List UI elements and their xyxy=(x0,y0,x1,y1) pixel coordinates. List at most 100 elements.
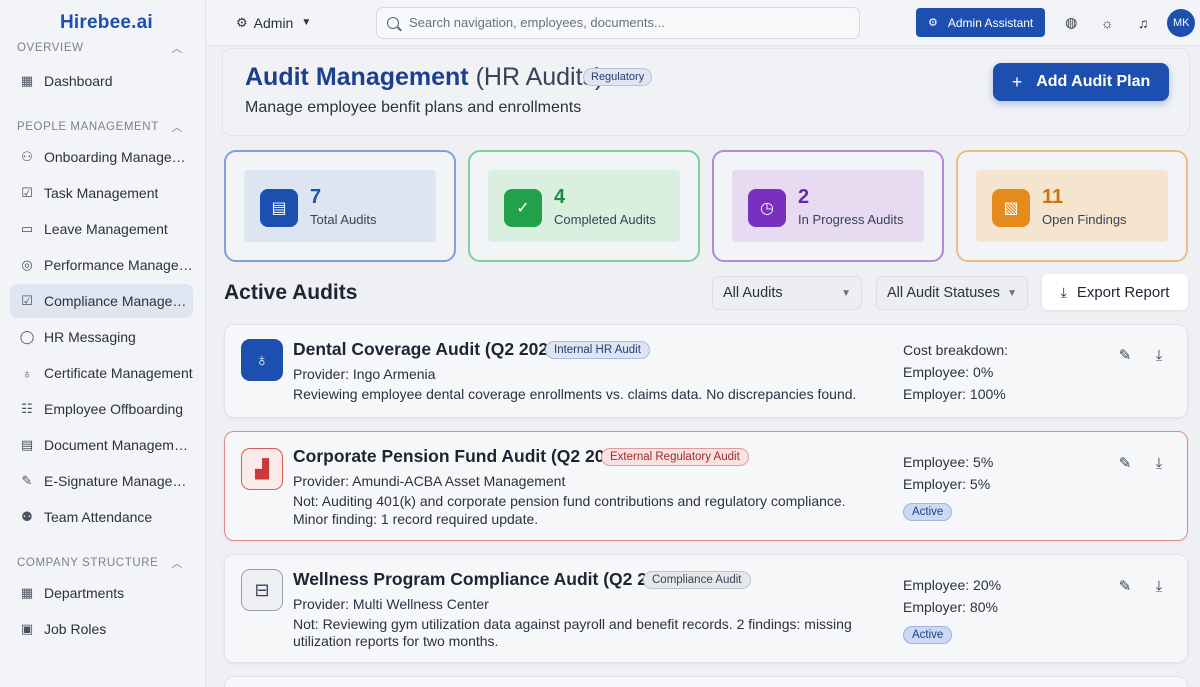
employer-share: Employer: 80% xyxy=(903,599,998,615)
grid-icon: ▦ xyxy=(20,73,34,88)
employer-share: Employer: 5% xyxy=(903,476,991,492)
briefcase-icon: ▣ xyxy=(20,621,34,636)
checkbox-icon: ☑ xyxy=(21,185,33,200)
page-header: Audit Management (HR Audits) Regulatory … xyxy=(222,48,1190,136)
list-icon: ☷ xyxy=(21,401,33,416)
sidebar-item-job-roles[interactable]: ▣ Job Roles xyxy=(10,612,193,646)
gear-icon: ⚙ xyxy=(928,17,938,29)
user-plus-icon: ⚇ xyxy=(21,149,33,164)
audit-provider: Provider: Ingo Armenia xyxy=(293,366,436,382)
stat-card-open-findings: ▧ 11 Open Findings xyxy=(956,150,1188,262)
section-title-people-management[interactable]: PEOPLE MANAGEMENT ︿ xyxy=(0,116,205,138)
regulatory-badge: Regulatory xyxy=(583,68,653,86)
page-title: Audit Management (HR Audits) xyxy=(245,63,604,91)
download-icon[interactable]: ⤓ xyxy=(1149,453,1169,473)
edit-icon[interactable]: ✎ xyxy=(1115,345,1135,365)
audit-title: Wellness Program Compliance Audit (Q2 20… xyxy=(293,569,682,589)
sidebar-item-team-attendance[interactable]: ⚉ Team Attendance xyxy=(10,500,193,534)
calendar-icon: ▭ xyxy=(20,221,34,236)
audit-finding: Minor finding: 1 record required update. xyxy=(293,511,539,527)
dumbbell-icon: ⊟ xyxy=(241,569,283,611)
chevron-down-icon: ▼ xyxy=(841,287,851,299)
growth-chart-icon: ▟ xyxy=(241,448,283,490)
sidebar-item-employee-offboarding[interactable]: ☷ Employee Offboarding xyxy=(10,392,193,426)
document-icon: ▤ xyxy=(260,189,298,227)
status-badge: Active xyxy=(903,503,953,521)
sidebar: Hirebee.ai OVERVIEW ︿ ▦ Dashboard PEOPLE … xyxy=(0,0,206,687)
edit-icon[interactable]: ✎ xyxy=(1115,453,1135,473)
grid-icon: ▦ xyxy=(20,585,34,600)
active-audits-heading: Active Audits xyxy=(224,281,358,304)
section-title-overview[interactable]: OVERVIEW ︿ xyxy=(0,40,205,56)
audit-card-wellness[interactable]: ⊟ Wellness Program Compliance Audit (Q2 … xyxy=(224,554,1188,663)
sidebar-item-certificate-management[interactable]: ♁ Certificate Management xyxy=(10,356,193,390)
globe-icon[interactable]: ◍ xyxy=(1061,13,1081,33)
edit-icon[interactable]: ✎ xyxy=(1115,576,1135,596)
audit-card-pension[interactable]: ▟ Corporate Pension Fund Audit (Q2 2024)… xyxy=(224,431,1188,541)
sidebar-item-departments[interactable]: ▦ Departments xyxy=(10,576,193,610)
employer-share: Employer: 100% xyxy=(903,386,1006,402)
audit-description: Not: Reviewing gym utilization data agai… xyxy=(293,616,852,632)
users-icon: ⚉ xyxy=(21,509,33,524)
document-icon: ▤ xyxy=(20,437,34,452)
top-bar: ⚙ Admin ▼ ⚙ Admin Assistant ◍ ☼ ♫ MK xyxy=(206,0,1200,46)
sidebar-item-performance-management[interactable]: ◎ Performance Managem... xyxy=(10,248,193,282)
download-icon: ⤓ xyxy=(1060,283,1067,300)
page-subtitle: Manage employee benfit plans and enrollm… xyxy=(245,99,582,116)
stat-card-completed-audits: ✓ 4 Completed Audits xyxy=(468,150,700,262)
search-icon xyxy=(387,16,399,29)
sidebar-item-onboarding[interactable]: ⚇ Onboarding Manageme... xyxy=(10,140,193,174)
audit-description: Not: Auditing 401(k) and corporate pensi… xyxy=(293,493,846,509)
search-box[interactable] xyxy=(376,6,860,39)
role-switcher[interactable]: ⚙ Admin ▼ xyxy=(236,15,366,31)
audit-type-badge: External Regulatory Audit xyxy=(601,448,749,466)
sun-icon[interactable]: ☼ xyxy=(1097,13,1117,33)
export-report-button[interactable]: ⤓ Export Report xyxy=(1042,274,1188,310)
chevron-down-icon: ▼ xyxy=(301,17,312,28)
sidebar-item-compliance-management[interactable]: ☑ Compliance Manageme... xyxy=(10,284,193,318)
audit-description: Reviewing employee dental coverage enrol… xyxy=(293,386,857,402)
download-icon[interactable]: ⤓ xyxy=(1149,345,1169,365)
sidebar-item-task-management[interactable]: ☑ Task Management xyxy=(10,176,193,210)
section-title-company-structure[interactable]: COMPANY STRUCTURE ︿ xyxy=(0,552,205,574)
sidebar-item-document-management[interactable]: ▤ Document Management xyxy=(10,428,193,462)
audit-provider: Provider: Amundi-ACBA Asset Management xyxy=(293,473,566,489)
chevron-down-icon: ▼ xyxy=(1007,287,1017,299)
employee-share: Employee: 0% xyxy=(903,364,994,380)
chevron-up-icon: ︿ xyxy=(171,558,183,570)
download-icon[interactable]: ⤓ xyxy=(1149,576,1169,596)
audit-title: Dental Coverage Audit (Q2 2024) xyxy=(293,339,564,359)
gear-icon: ⚙ xyxy=(236,14,248,30)
audit-card-dental[interactable]: ♁ Dental Coverage Audit (Q2 2024) Intern… xyxy=(224,324,1188,418)
admin-assistant-button[interactable]: ⚙ Admin Assistant xyxy=(916,8,1046,37)
plus-icon: + xyxy=(1011,71,1023,92)
audit-status-filter[interactable]: All Audit Statuses ▼ xyxy=(876,276,1028,310)
audit-type-badge: Internal HR Audit xyxy=(545,341,650,359)
check-circle-icon: ✓ xyxy=(504,189,542,227)
audit-card-partial[interactable] xyxy=(224,676,1188,687)
add-audit-plan-button[interactable]: + Add Audit Plan xyxy=(993,63,1169,101)
checkbox-icon: ☑ xyxy=(21,293,33,308)
tooth-icon: ♁ xyxy=(241,339,283,381)
audit-type-filter[interactable]: All Audits ▼ xyxy=(712,276,862,310)
sidebar-item-hr-messaging[interactable]: ◯ HR Messaging xyxy=(10,320,193,354)
status-badge: Active xyxy=(903,626,953,644)
avatar[interactable]: MK xyxy=(1167,8,1196,37)
sidebar-item-leave-management[interactable]: ▭ Leave Management xyxy=(10,212,193,246)
stat-card-total-audits: ▤ 7 Total Audits xyxy=(224,150,456,262)
pen-icon: ✎ xyxy=(21,473,33,488)
chevron-up-icon: ︿ xyxy=(171,122,183,134)
audit-provider: Provider: Multi Wellness Center xyxy=(293,596,489,612)
award-icon: ♁ xyxy=(22,365,32,381)
employee-share: Employee: 5% xyxy=(903,454,994,470)
bell-icon[interactable]: ♫ xyxy=(1133,13,1153,33)
cost-breakdown-label: Cost breakdown: xyxy=(903,342,1009,358)
audit-description-continued: utilization reports for two months. xyxy=(293,633,499,649)
employee-share: Employee: 20% xyxy=(903,577,1002,593)
audit-title: Corporate Pension Fund Audit (Q2 2024) xyxy=(293,446,630,466)
sidebar-item-e-signature-management[interactable]: ✎ E-Signature Management xyxy=(10,464,193,498)
target-icon: ◎ xyxy=(21,257,33,272)
chat-icon: ◯ xyxy=(19,329,35,344)
sidebar-item-dashboard[interactable]: ▦ Dashboard xyxy=(10,64,193,98)
search-input[interactable] xyxy=(409,15,829,30)
